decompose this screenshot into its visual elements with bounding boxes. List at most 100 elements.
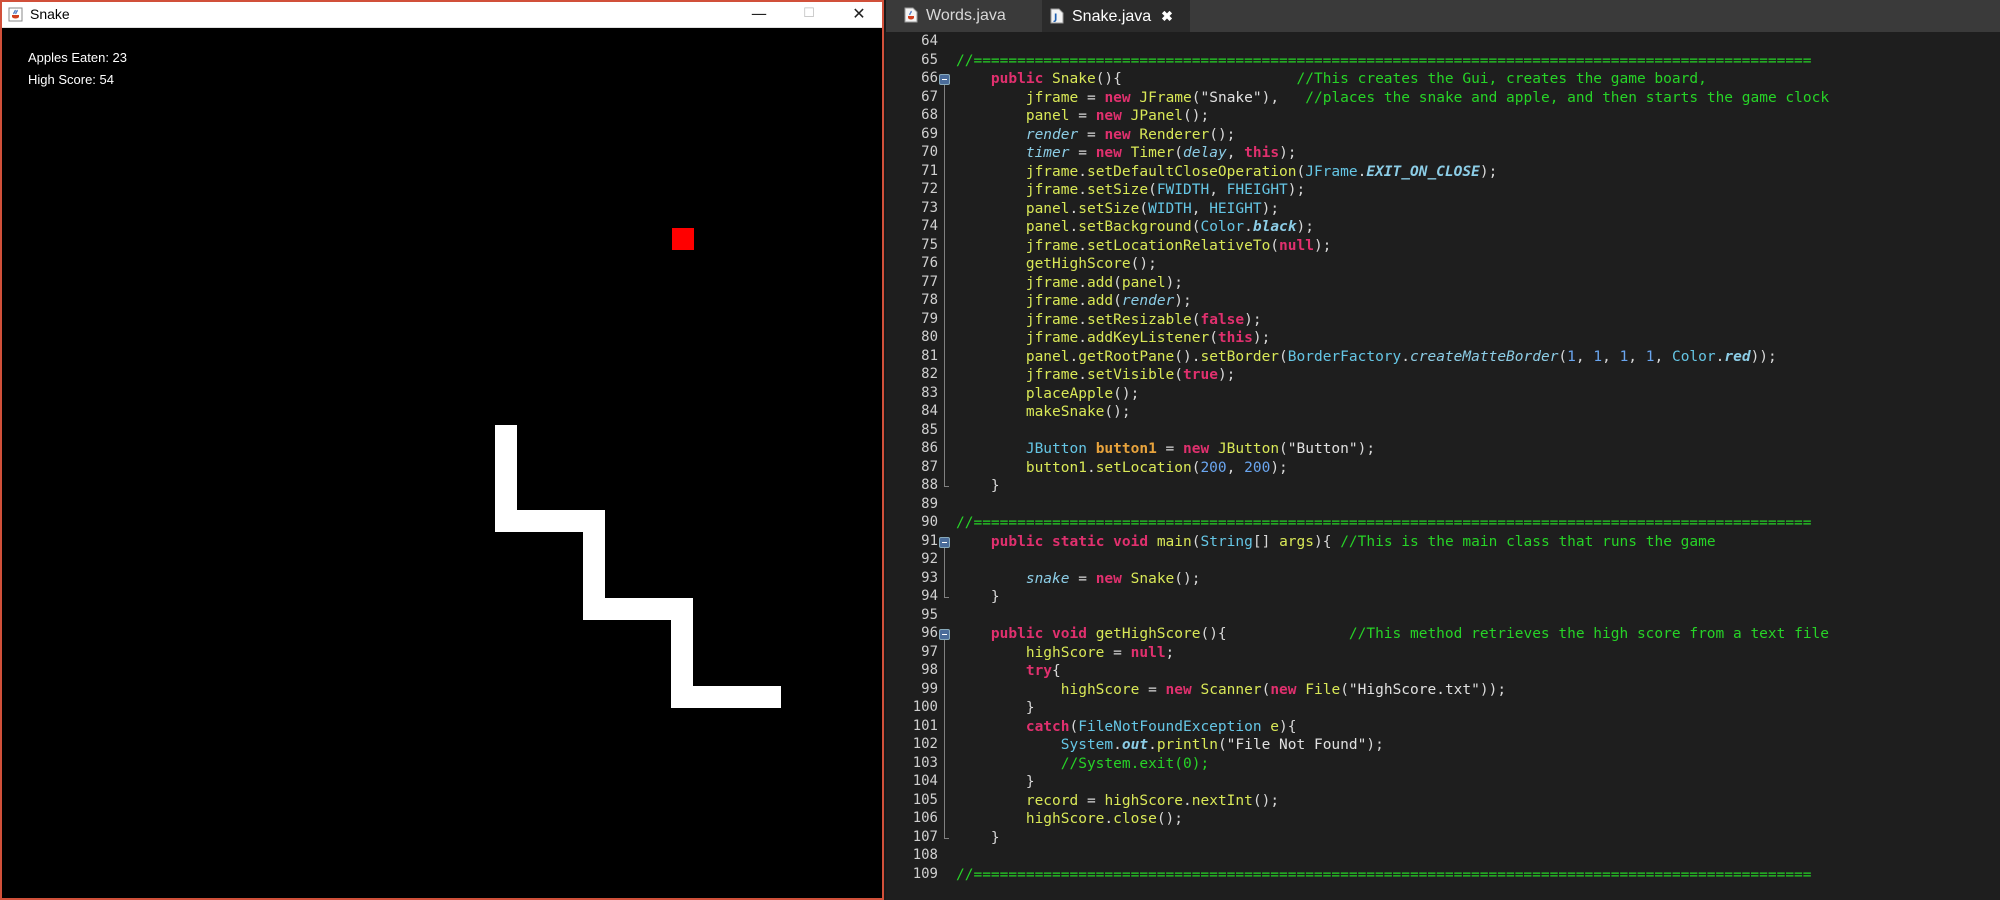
code-token: = — [1156, 441, 1183, 457]
line-number: 106 — [912, 810, 938, 826]
code-line[interactable]: placeApple(); — [956, 385, 1140, 403]
code-line[interactable]: panel.setSize(WIDTH, HEIGHT); — [956, 200, 1279, 218]
tab-words-java[interactable]: Words.java — [896, 0, 1046, 32]
code-line[interactable]: highScore = null; — [956, 644, 1174, 662]
code-line[interactable]: button1.setLocation(200, 200); — [956, 459, 1288, 477]
editor-tab-bar: Words.java J Snake.java ✖ — [886, 0, 2000, 32]
code-token: (){ — [1200, 626, 1349, 642]
game-board[interactable]: Apples Eaten: 23 High Score: 54 — [4, 28, 882, 898]
code-token: new — [1095, 108, 1122, 124]
tab-label: Words.java — [926, 7, 1006, 24]
code-token: ){ — [1314, 533, 1341, 550]
code-token: new — [1270, 681, 1297, 698]
code-line[interactable]: highScore.close(); — [956, 810, 1183, 828]
code-token: //======================================… — [956, 515, 1812, 531]
code-token: (){ — [1095, 71, 1297, 87]
code-area[interactable]: 64 65 66 67 68 69 70 71 72 73 74 75 76 77 78 79 80 81 82 83… — [886, 32, 2000, 900]
window-title: Snake — [30, 6, 70, 22]
code-token: public — [990, 71, 1044, 87]
code-token: delay — [1183, 145, 1227, 161]
code-editor[interactable]: Words.java J Snake.java ✖ 64 65 66 67 68 69 70 7… — [886, 0, 2000, 900]
code-line[interactable]: jframe.addKeyListener(this); — [956, 329, 1270, 347]
code-token: = — [1139, 681, 1166, 698]
code-line[interactable]: public static void main(String[] args){ … — [956, 533, 1716, 551]
code-token: , — [1602, 348, 1620, 365]
code-token: Color — [1671, 348, 1716, 365]
code-token: )); — [1750, 348, 1777, 365]
code-line[interactable]: render = new Renderer(); — [956, 126, 1236, 144]
code-line[interactable]: snake = new Snake(); — [956, 570, 1201, 588]
code-line[interactable]: jframe.setLocationRelativeTo(null); — [956, 237, 1332, 255]
code-line[interactable]: //======================================… — [956, 52, 1812, 70]
line-number: 90 — [921, 514, 938, 530]
code-token: args — [1279, 533, 1314, 550]
code-token: (). — [1174, 348, 1201, 365]
code-line[interactable]: } — [956, 477, 1000, 495]
code-line[interactable]: jframe.add(panel); — [956, 274, 1183, 292]
line-number: 95 — [921, 606, 938, 623]
code-token: )); — [1479, 681, 1507, 698]
code-line[interactable]: getHighScore(); — [956, 255, 1157, 273]
code-token: new — [1165, 681, 1192, 698]
code-line[interactable]: //System.exit(0); — [956, 755, 1209, 773]
code-token: . — [1069, 348, 1079, 365]
code-token: jframe — [1025, 182, 1079, 198]
code-line[interactable]: } — [956, 773, 1035, 791]
code-line[interactable]: jframe.add(render); — [956, 292, 1192, 310]
code-line[interactable]: catch(FileNotFoundException e){ — [956, 718, 1297, 736]
code-line[interactable]: public void getHighScore(){ //This metho… — [956, 625, 1829, 643]
code-token: this — [1217, 330, 1253, 346]
code-line[interactable]: panel = new JPanel(); — [956, 107, 1209, 125]
code-line[interactable]: panel.setBackground(Color.black); — [956, 218, 1314, 236]
code-token: //This is the main class that runs the g… — [1340, 533, 1716, 550]
code-line[interactable]: panel.getRootPane().setBorder(BorderFact… — [956, 348, 1777, 366]
code-token: add — [1086, 274, 1114, 291]
code-token: setDefaultCloseOperation — [1086, 163, 1297, 180]
code-line[interactable]: System.out.println("File Not Found"); — [956, 736, 1384, 754]
code-line[interactable]: makeSnake(); — [956, 403, 1131, 421]
fold-toggle-icon[interactable] — [939, 74, 950, 85]
code-line[interactable]: jframe.setVisible(true); — [956, 366, 1236, 384]
code-token: setBackground — [1078, 219, 1192, 235]
code-text[interactable]: //======================================… — [956, 32, 2000, 900]
maximize-button[interactable]: ☐ — [784, 2, 834, 26]
fold-toggle-icon[interactable] — [939, 536, 950, 548]
line-number: 64 — [921, 33, 938, 49]
code-token: FWIDTH — [1156, 182, 1210, 198]
code-line[interactable]: } — [956, 829, 1000, 847]
code-token: . — [1104, 811, 1114, 827]
code-token: panel — [1025, 348, 1070, 365]
code-token: jframe — [1025, 237, 1079, 254]
tab-snake-java[interactable]: J Snake.java ✖ — [1042, 0, 1190, 32]
code-line[interactable]: timer = new Timer(delay, this); — [956, 144, 1297, 162]
code-line[interactable]: jframe.setDefaultCloseOperation(JFrame.E… — [956, 163, 1497, 181]
close-tab-icon[interactable]: ✖ — [1161, 0, 1173, 32]
code-token: jframe — [1025, 274, 1079, 291]
code-line[interactable]: highScore = new Scanner(new File("HighSc… — [956, 681, 1506, 699]
code-line[interactable]: jframe.setResizable(false); — [956, 311, 1262, 329]
line-number: 84 — [921, 403, 938, 419]
code-line[interactable]: public Snake(){ //This creates the Gui, … — [956, 70, 1707, 88]
code-line[interactable]: //======================================… — [956, 514, 1812, 532]
code-line[interactable]: jframe.setSize(FWIDTH, FHEIGHT); — [956, 181, 1305, 199]
snake-segment — [671, 686, 781, 708]
code-line[interactable]: record = highScore.nextInt(); — [956, 792, 1279, 810]
code-line[interactable]: } — [956, 588, 1000, 606]
code-line[interactable]: //======================================… — [956, 866, 1812, 884]
code-line[interactable]: try{ — [956, 662, 1061, 680]
minimize-button[interactable]: — — [734, 2, 784, 26]
code-token: true — [1183, 367, 1218, 383]
apple — [672, 228, 694, 250]
snake-game-window[interactable]: Snake — ☐ ✕ Apples Eaten: 23 High Score:… — [0, 0, 884, 900]
code-token: = — [1069, 108, 1096, 124]
code-line[interactable]: jframe = new JFrame("Snake"), //places t… — [956, 89, 1829, 107]
game-titlebar[interactable]: Snake — ☐ ✕ — [2, 2, 882, 28]
close-button[interactable]: ✕ — [834, 2, 884, 26]
code-line[interactable]: JButton button1 = new JButton("Button"); — [956, 440, 1375, 458]
code-line[interactable]: } — [956, 699, 1035, 717]
fold-toggle-icon[interactable] — [939, 629, 950, 640]
